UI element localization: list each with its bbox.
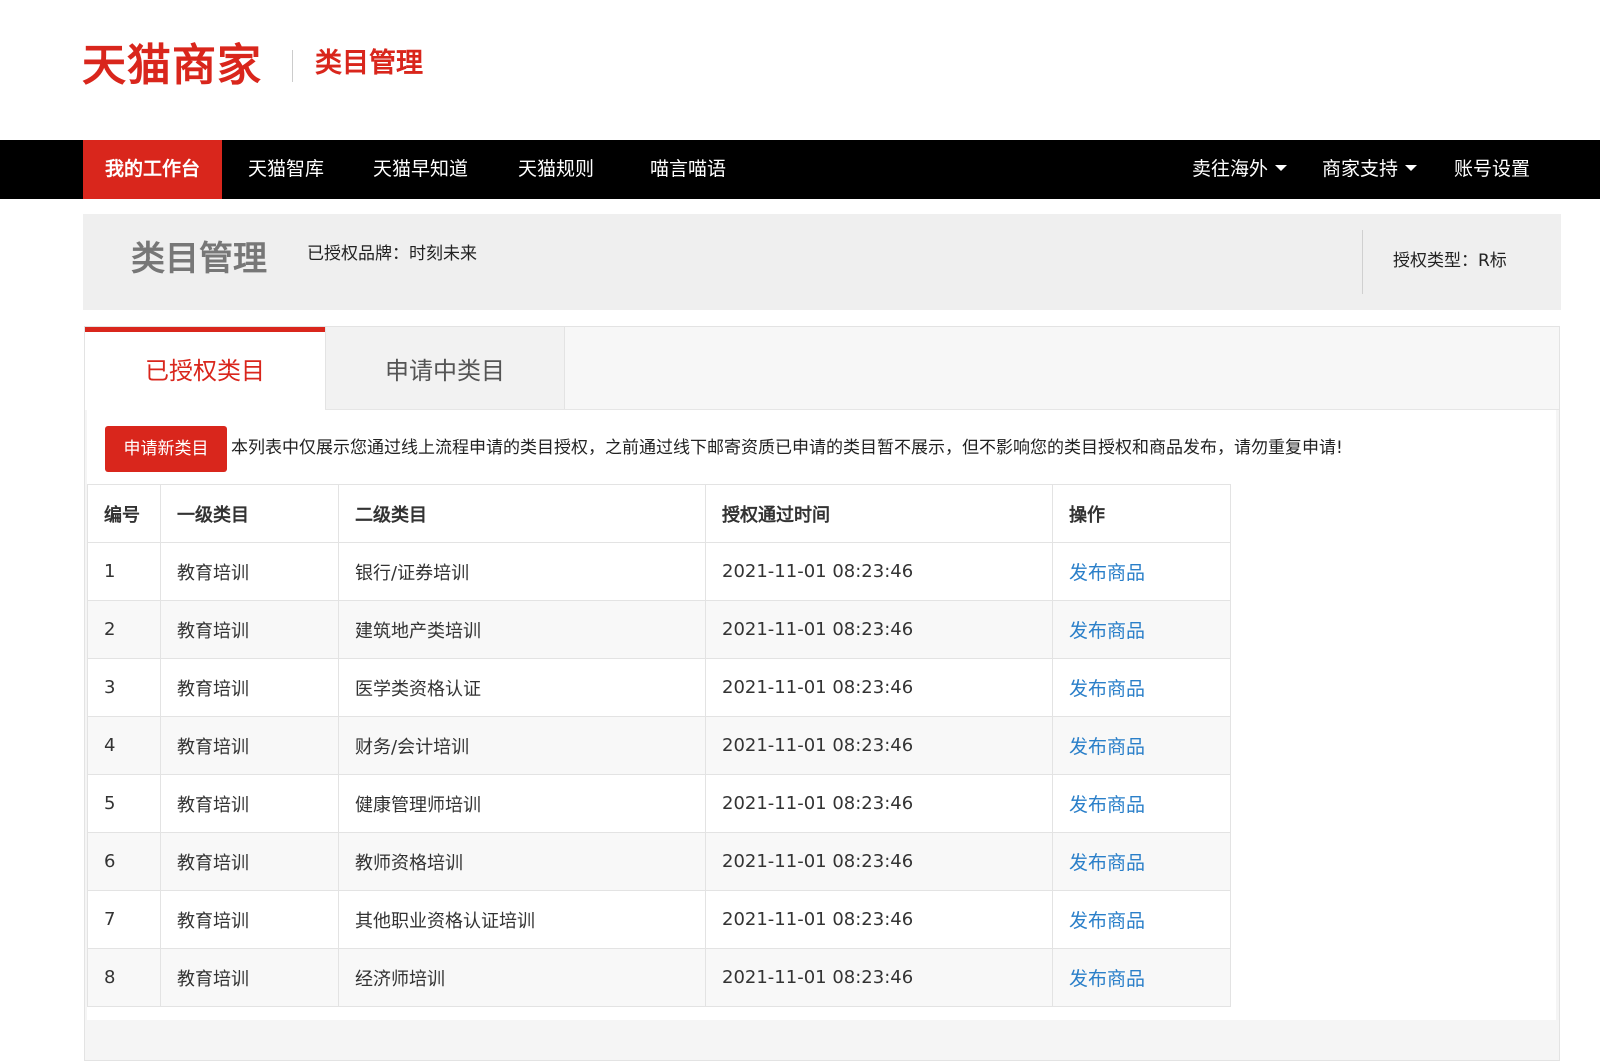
cell-number: 8 <box>87 948 161 1007</box>
cell-auth-time: 2021-11-01 08:23:46 <box>705 716 1053 775</box>
cell-number: 7 <box>87 890 161 949</box>
nav-item-account-settings[interactable]: 账号设置 <box>1454 140 1530 199</box>
page-title: 类目管理 <box>131 239 267 279</box>
table-row: 6 教育培训 教师资格培训 2021-11-01 08:23:46 发布商品 <box>87 832 1231 891</box>
cell-level1: 教育培训 <box>160 716 339 775</box>
cell-action: 发布商品 <box>1052 600 1231 659</box>
cell-level1: 教育培训 <box>160 658 339 717</box>
category-table: 编号 一级类目 二级类目 授权通过时间 操作 1 教育培训 银行/证券培训 20… <box>87 484 1231 1007</box>
cell-number: 1 <box>87 542 161 601</box>
caret-down-icon <box>1405 164 1418 171</box>
publish-product-link[interactable]: 发布商品 <box>1069 736 1145 758</box>
cell-level2: 医学类资格认证 <box>338 658 706 717</box>
title-bar: 类目管理 已授权品牌：时刻未来 授权类型：R标 <box>83 214 1561 310</box>
cell-action: 发布商品 <box>1052 716 1231 775</box>
cell-auth-time: 2021-11-01 08:23:46 <box>705 890 1053 949</box>
cell-level2: 健康管理师培训 <box>338 774 706 833</box>
tab-content: 申请新类目 本列表中仅展示您通过线上流程申请的类目授权，之前通过线下邮寄资质已申… <box>87 410 1556 1020</box>
publish-product-link[interactable]: 发布商品 <box>1069 562 1145 584</box>
cell-level1: 教育培训 <box>160 890 339 949</box>
cell-level2: 财务/会计培训 <box>338 716 706 775</box>
cell-auth-time: 2021-11-01 08:23:46 <box>705 774 1053 833</box>
nav-item-community[interactable]: 喵言喵语 <box>650 140 726 199</box>
cell-action: 发布商品 <box>1052 890 1231 949</box>
table-row: 4 教育培训 财务/会计培训 2021-11-01 08:23:46 发布商品 <box>87 716 1231 775</box>
cell-level2: 教师资格培训 <box>338 832 706 891</box>
table-row: 5 教育培训 健康管理师培训 2021-11-01 08:23:46 发布商品 <box>87 774 1231 833</box>
cell-number: 2 <box>87 600 161 659</box>
nav-item-early-news[interactable]: 天猫早知道 <box>373 140 468 199</box>
cell-number: 4 <box>87 716 161 775</box>
table-row: 1 教育培训 银行/证券培训 2021-11-01 08:23:46 发布商品 <box>87 542 1231 601</box>
top-nav: 我的工作台 天猫智库 天猫早知道 天猫规则 喵言喵语 卖往海外 商家支持 账号设… <box>0 140 1600 199</box>
cell-level2: 经济师培训 <box>338 948 706 1007</box>
cell-number: 6 <box>87 832 161 891</box>
nav-item-rules[interactable]: 天猫规则 <box>518 140 594 199</box>
caret-down-icon <box>1275 164 1288 171</box>
nav-item-workbench[interactable]: 我的工作台 <box>83 140 223 199</box>
table-row: 8 教育培训 经济师培训 2021-11-01 08:23:46 发布商品 <box>87 948 1231 1007</box>
tab-authorized-categories[interactable]: 已授权类目 <box>85 327 325 410</box>
nav-item-support-label: 商家支持 <box>1322 158 1399 180</box>
nav-item-merchant-support[interactable]: 商家支持 <box>1322 140 1418 199</box>
authorized-brand: 已授权品牌：时刻未来 <box>307 244 477 264</box>
tmall-merchant-logo[interactable]: 天猫商家 <box>82 38 262 94</box>
publish-product-link[interactable]: 发布商品 <box>1069 968 1145 990</box>
cell-level1: 教育培训 <box>160 832 339 891</box>
tab-pending-categories[interactable]: 申请中类目 <box>325 327 565 409</box>
title-separator <box>1362 230 1363 294</box>
column-header-action: 操作 <box>1052 484 1231 543</box>
cell-level2: 建筑地产类培训 <box>338 600 706 659</box>
cell-action: 发布商品 <box>1052 832 1231 891</box>
cell-level2: 其他职业资格认证培训 <box>338 890 706 949</box>
table-row: 3 教育培训 医学类资格认证 2021-11-01 08:23:46 发布商品 <box>87 658 1231 717</box>
cell-auth-time: 2021-11-01 08:23:46 <box>705 832 1053 891</box>
page-header: 天猫商家 类目管理 <box>0 0 1600 140</box>
cell-level1: 教育培训 <box>160 542 339 601</box>
cell-action: 发布商品 <box>1052 774 1231 833</box>
cell-number: 3 <box>87 658 161 717</box>
publish-product-link[interactable]: 发布商品 <box>1069 852 1145 874</box>
cell-level1: 教育培训 <box>160 774 339 833</box>
cell-action: 发布商品 <box>1052 658 1231 717</box>
authorization-type: 授权类型：R标 <box>1393 251 1507 271</box>
table-row: 7 教育培训 其他职业资格认证培训 2021-11-01 08:23:46 发布… <box>87 890 1231 949</box>
notice-text: 本列表中仅展示您通过线上流程申请的类目授权，之前通过线下邮寄资质已申请的类目暂不… <box>231 438 1343 458</box>
table-row: 2 教育培训 建筑地产类培训 2021-11-01 08:23:46 发布商品 <box>87 600 1231 659</box>
cell-auth-time: 2021-11-01 08:23:46 <box>705 542 1053 601</box>
cell-action: 发布商品 <box>1052 542 1231 601</box>
publish-product-link[interactable]: 发布商品 <box>1069 678 1145 700</box>
cell-auth-time: 2021-11-01 08:23:46 <box>705 600 1053 659</box>
nav-item-think-tank[interactable]: 天猫智库 <box>248 140 324 199</box>
publish-product-link[interactable]: 发布商品 <box>1069 910 1145 932</box>
column-header-number: 编号 <box>87 484 161 543</box>
apply-new-category-button[interactable]: 申请新类目 <box>105 426 227 472</box>
header-subtitle: 类目管理 <box>315 48 423 79</box>
cell-level1: 教育培训 <box>160 600 339 659</box>
cell-number: 5 <box>87 774 161 833</box>
column-header-level1: 一级类目 <box>160 484 339 543</box>
publish-product-link[interactable]: 发布商品 <box>1069 794 1145 816</box>
cell-auth-time: 2021-11-01 08:23:46 <box>705 658 1053 717</box>
column-header-level2: 二级类目 <box>338 484 706 543</box>
nav-item-overseas-label: 卖往海外 <box>1192 158 1269 180</box>
table-header-row: 编号 一级类目 二级类目 授权通过时间 操作 <box>87 484 1231 543</box>
cell-level1: 教育培训 <box>160 948 339 1007</box>
cell-level2: 银行/证券培训 <box>338 542 706 601</box>
header-divider <box>292 50 293 82</box>
tab-strip: 已授权类目 申请中类目 <box>85 327 1559 410</box>
publish-product-link[interactable]: 发布商品 <box>1069 620 1145 642</box>
category-panel: 已授权类目 申请中类目 申请新类目 本列表中仅展示您通过线上流程申请的类目授权，… <box>84 326 1560 1061</box>
nav-item-overseas[interactable]: 卖往海外 <box>1192 140 1288 199</box>
column-header-auth-time: 授权通过时间 <box>705 484 1053 543</box>
cell-auth-time: 2021-11-01 08:23:46 <box>705 948 1053 1007</box>
cell-action: 发布商品 <box>1052 948 1231 1007</box>
